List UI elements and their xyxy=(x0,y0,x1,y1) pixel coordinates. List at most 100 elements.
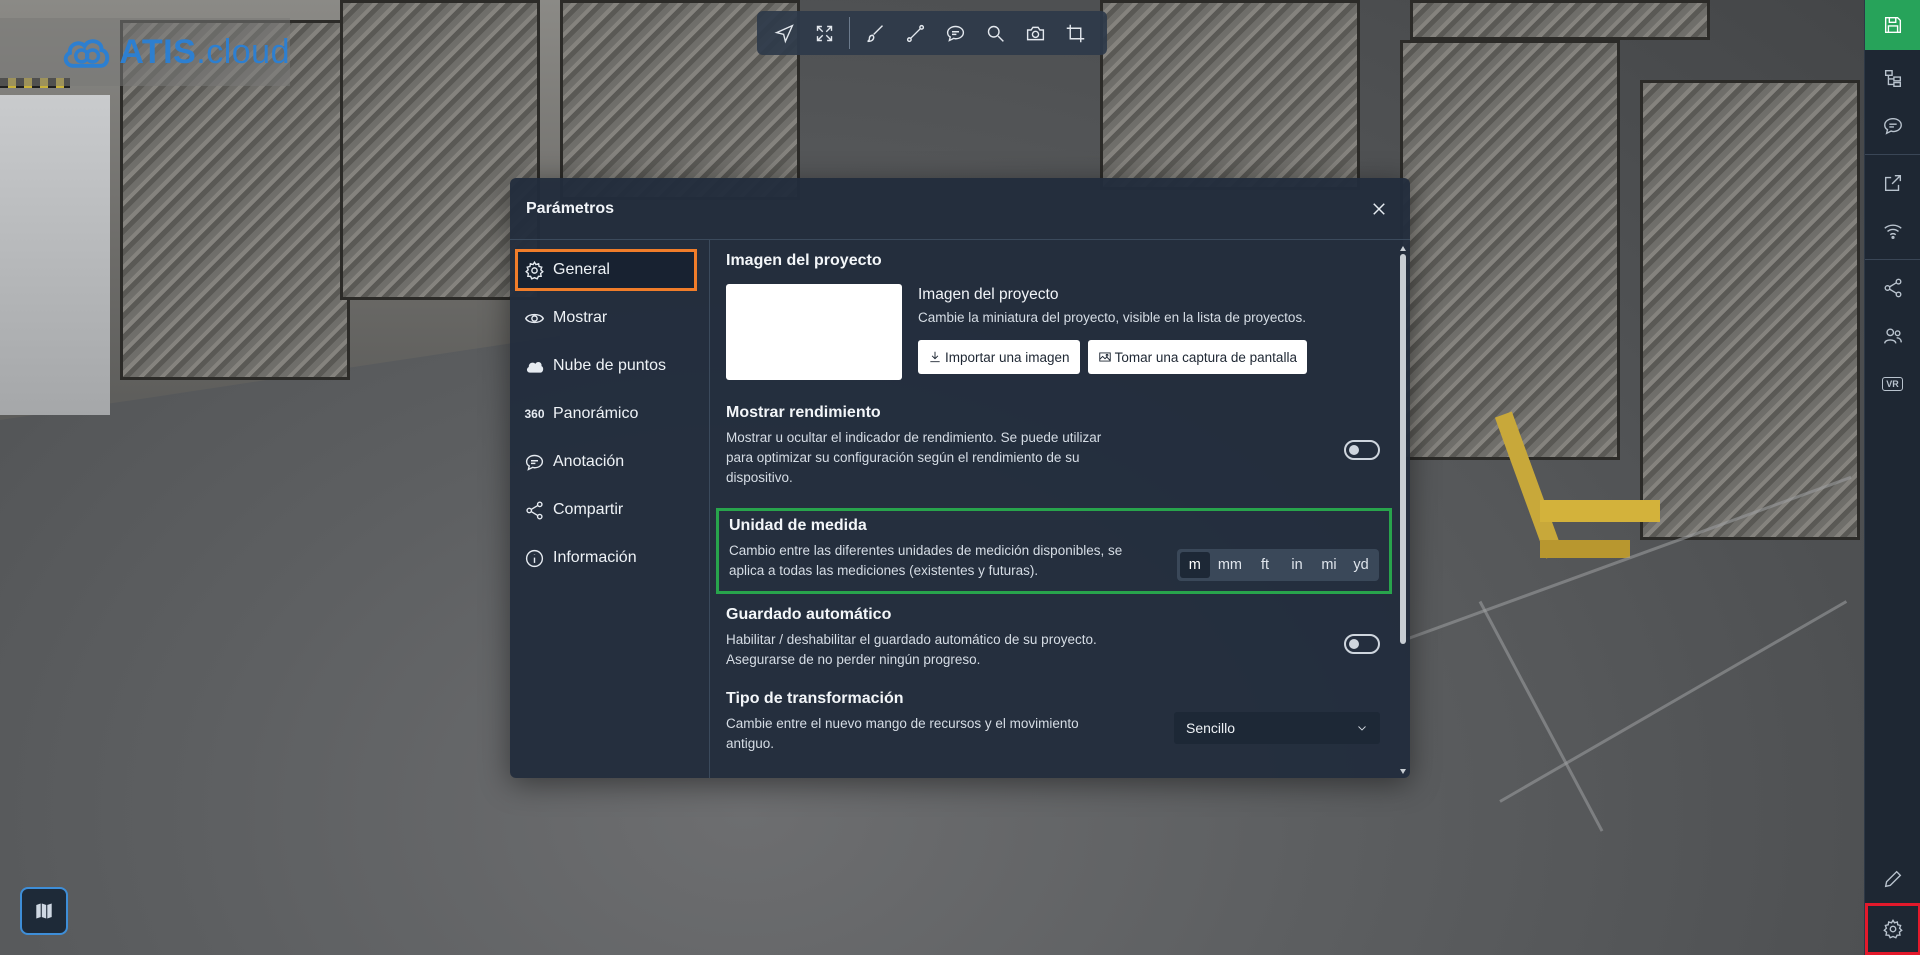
brush-icon xyxy=(866,24,883,42)
import-image-button[interactable]: Importar una imagen xyxy=(918,340,1080,374)
users-button[interactable] xyxy=(1865,312,1920,360)
top-toolbar xyxy=(757,11,1107,55)
nav-item-point-cloud[interactable]: Nube de puntos xyxy=(518,348,694,384)
users-icon xyxy=(1883,328,1902,344)
tree-structure-icon xyxy=(1884,69,1901,87)
performance-toggle[interactable] xyxy=(1344,440,1380,460)
settings-dialog: Parámetros General Mostrar Nube de punto… xyxy=(510,178,1410,778)
transform-setting: Tipo de transformación Cambie entre el n… xyxy=(726,690,1380,754)
close-button[interactable] xyxy=(1364,194,1394,224)
transform-description: Cambie entre el nuevo mango de recursos … xyxy=(726,716,1079,751)
transform-type-select[interactable]: Sencillo xyxy=(1174,712,1380,744)
autosave-title: Guardado automático xyxy=(726,606,892,623)
camera-icon xyxy=(1026,26,1044,40)
nav-label: Anotación xyxy=(553,453,625,470)
nav-label: Mostrar xyxy=(553,309,608,326)
performance-title: Mostrar rendimiento xyxy=(726,404,881,421)
connection-button[interactable] xyxy=(1865,207,1920,255)
unit-option-yd[interactable]: yd xyxy=(1346,552,1376,578)
info-icon xyxy=(525,549,544,567)
autosave-toggle[interactable] xyxy=(1344,634,1380,654)
save-button[interactable] xyxy=(1864,0,1920,50)
comments-button[interactable] xyxy=(1865,102,1920,150)
settings-nav: General Mostrar Nube de puntos 360 Panor… xyxy=(510,240,710,778)
camera-tool-button[interactable] xyxy=(1016,15,1054,51)
project-image-info: Imagen del proyecto Cambie la miniatura … xyxy=(918,284,1307,380)
comment-icon xyxy=(525,454,544,471)
unit-option-mi[interactable]: mi xyxy=(1314,552,1344,578)
edit-button[interactable] xyxy=(1865,855,1920,903)
settings-button[interactable] xyxy=(1864,903,1920,955)
comment-icon xyxy=(1883,117,1902,135)
eye-icon xyxy=(524,313,545,323)
360-icon: 360 xyxy=(524,407,545,421)
scene-floor-line xyxy=(1478,600,1604,832)
unit-option-in[interactable]: in xyxy=(1282,552,1312,578)
scene-cabinet xyxy=(1410,0,1710,40)
share-icon xyxy=(526,500,543,520)
performance-setting: Mostrar rendimiento Mostrar u ocultar el… xyxy=(726,404,1380,488)
nav-label: Nube de puntos xyxy=(553,357,666,374)
search-icon xyxy=(987,25,1004,42)
vr-icon: VR xyxy=(1882,377,1903,391)
navigate-tool-button[interactable] xyxy=(765,15,803,51)
atis-logo: ATIS.cloud xyxy=(0,18,290,86)
unit-selector: m mm ft in mi yd xyxy=(1176,549,1379,581)
unit-option-ft[interactable]: ft xyxy=(1250,552,1280,578)
share-button[interactable] xyxy=(1865,264,1920,312)
take-screenshot-button[interactable]: Tomar una captura de pantalla xyxy=(1087,340,1307,374)
expand-icon xyxy=(816,25,832,41)
vr-button[interactable]: VR xyxy=(1865,360,1920,408)
nav-label: Información xyxy=(553,549,637,566)
nav-item-information[interactable]: Información xyxy=(518,540,694,576)
fullscreen-button[interactable] xyxy=(805,15,843,51)
project-image-section-title: Imagen del proyecto xyxy=(726,252,882,269)
export-button[interactable] xyxy=(1865,159,1920,207)
right-sidebar: VR xyxy=(1864,0,1920,955)
project-image-row: Imagen del proyecto Cambie la miniatura … xyxy=(726,284,1380,380)
search-tool-button[interactable] xyxy=(976,15,1014,51)
autosave-description: Habilitar / deshabilitar el guardado aut… xyxy=(726,632,1097,667)
cloud-icon xyxy=(526,361,544,373)
scene-cabinet xyxy=(1100,0,1360,190)
nav-item-panoramic[interactable]: 360 Panorámico xyxy=(518,396,694,432)
autosave-setting: Guardado automático Habilitar / deshabil… xyxy=(726,606,1380,670)
settings-content[interactable]: Imagen del proyecto Imagen del proyecto … xyxy=(710,240,1410,778)
chevron-down-icon xyxy=(1358,726,1366,731)
share-icon xyxy=(1884,278,1901,298)
scrollbar-thumb[interactable] xyxy=(1400,254,1406,644)
gear-icon xyxy=(525,260,544,280)
scene-cabinet xyxy=(1640,80,1860,540)
wifi-icon xyxy=(1883,224,1902,240)
save-icon xyxy=(1884,16,1901,34)
scene-tree-button[interactable] xyxy=(1865,54,1920,102)
scroll-down-arrow[interactable] xyxy=(1400,769,1406,774)
download-icon xyxy=(930,351,940,363)
measure-tool-button[interactable] xyxy=(896,15,934,51)
nav-label: General xyxy=(553,261,610,278)
nav-item-annotation[interactable]: Anotación xyxy=(518,444,694,480)
import-image-label: Importar una imagen xyxy=(945,349,1070,365)
pencil-icon xyxy=(1884,870,1901,888)
units-setting: Unidad de medida Cambio entre las difere… xyxy=(716,508,1392,594)
map-button[interactable] xyxy=(20,887,68,935)
scroll-up-arrow[interactable] xyxy=(1400,246,1406,251)
transform-type-value: Sencillo xyxy=(1186,720,1236,736)
take-screenshot-label: Tomar una captura de pantalla xyxy=(1114,349,1297,365)
crop-icon xyxy=(1066,24,1084,42)
nav-item-mostrar[interactable]: Mostrar xyxy=(518,300,694,336)
unit-option-mm[interactable]: mm xyxy=(1212,552,1248,578)
crop-tool-button[interactable] xyxy=(1056,15,1094,51)
external-link-icon xyxy=(1884,174,1901,192)
map-icon xyxy=(35,901,53,921)
sidebar-separator xyxy=(1864,154,1920,155)
nav-item-general[interactable]: General xyxy=(515,249,697,291)
nav-item-share[interactable]: Compartir xyxy=(518,492,694,528)
cloud-logo-icon xyxy=(63,39,110,68)
units-description: Cambio entre las diferentes unidades de … xyxy=(729,543,1123,578)
close-icon xyxy=(1373,202,1385,215)
brush-tool-button[interactable] xyxy=(856,15,894,51)
annotation-tool-button[interactable] xyxy=(936,15,974,51)
navigate-arrow-icon xyxy=(773,23,794,44)
unit-option-m[interactable]: m xyxy=(1179,552,1210,578)
